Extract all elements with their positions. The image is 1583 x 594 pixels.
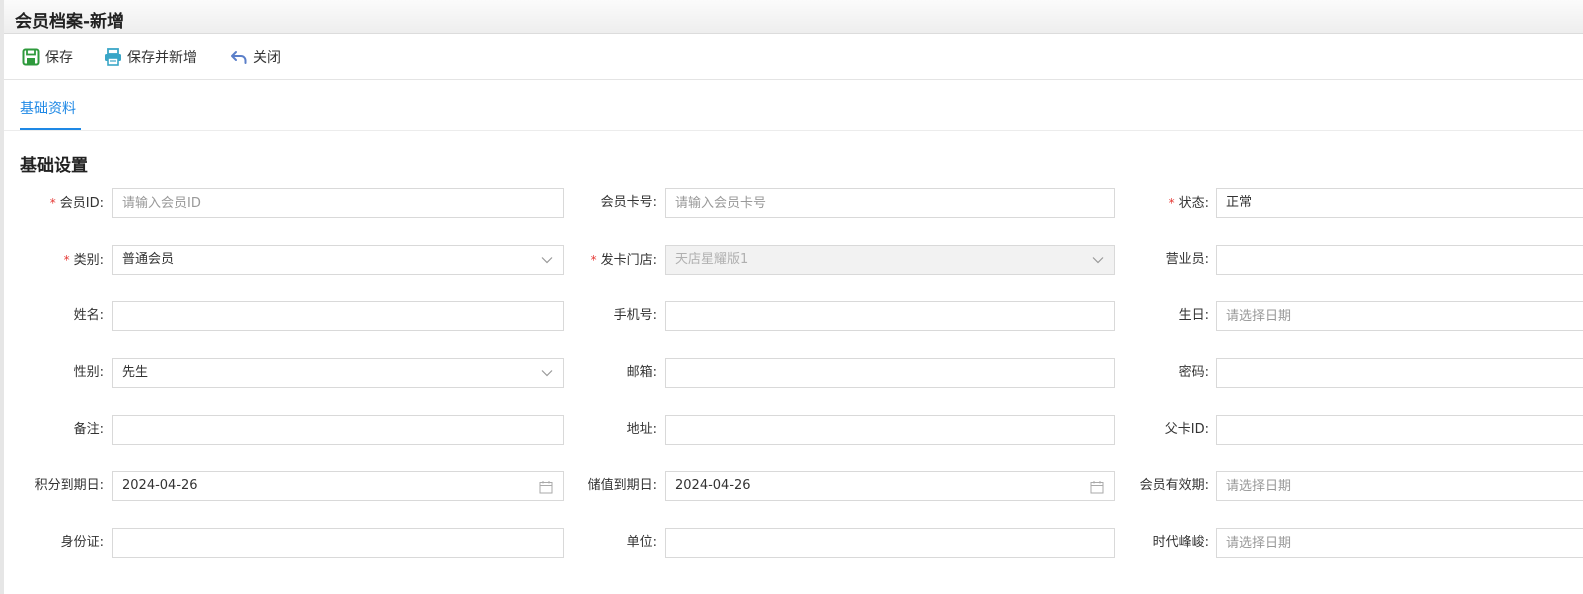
print-icon xyxy=(105,48,121,66)
parent-card-label: 父卡ID: xyxy=(1164,422,1209,437)
member-valid-label: 会员有效期: xyxy=(1139,478,1209,493)
remark-label: 备注: xyxy=(73,422,104,437)
salesperson-label: 营业员: xyxy=(1165,252,1209,267)
save-and-new-button[interactable]: 保存并新增 xyxy=(104,47,197,67)
status-value: 正常 xyxy=(1226,195,1253,210)
birthday-date-picker[interactable] xyxy=(1216,301,1583,331)
email-label: 邮箱: xyxy=(626,365,657,380)
points-expiry-label: 积分到期日: xyxy=(34,478,104,493)
points-expiry-value: 2024-04-26 xyxy=(122,478,198,493)
tab-bar: 基础资料 xyxy=(4,80,1583,131)
title-bar: 会员档案-新增 xyxy=(4,0,1583,34)
company-label: 单位: xyxy=(626,535,657,550)
id-card-label: 身份证: xyxy=(60,535,104,550)
gender-value: 先生 xyxy=(122,365,149,380)
password-input[interactable] xyxy=(1216,358,1583,388)
status-label: * 状态: xyxy=(1168,196,1209,211)
required-mark: * xyxy=(49,196,56,210)
required-mark: * xyxy=(1168,196,1175,210)
era-peak-label: 时代峰峻: xyxy=(1152,535,1209,550)
close-label: 关闭 xyxy=(253,50,281,66)
issue-store-label: * 发卡门店: xyxy=(590,253,657,268)
tab-basic-info[interactable]: 基础资料 xyxy=(20,98,81,130)
gender-label: 性别: xyxy=(73,365,104,380)
category-value: 普通会员 xyxy=(122,252,175,267)
member-valid-date-picker[interactable] xyxy=(1216,471,1583,501)
status-select[interactable]: 正常 xyxy=(1216,188,1583,218)
toolbar: 保存 保存并新增 关闭 xyxy=(4,34,1583,80)
category-label: * 类别: xyxy=(63,253,104,268)
required-mark: * xyxy=(590,253,597,267)
section-title: 基础设置 xyxy=(20,156,88,176)
close-button[interactable]: 关闭 xyxy=(230,47,281,67)
parent-card-input[interactable] xyxy=(1216,415,1583,445)
required-mark: * xyxy=(63,253,70,267)
member-id-label: * 会员ID: xyxy=(49,196,104,211)
stored-expiry-value: 2024-04-26 xyxy=(675,478,751,493)
card-no-label: 会员卡号: xyxy=(600,195,657,210)
save-icon xyxy=(22,48,40,66)
save-button[interactable]: 保存 xyxy=(22,47,73,67)
undo-arrow-icon xyxy=(231,51,247,64)
salesperson-input[interactable] xyxy=(1216,245,1583,275)
address-label: 地址: xyxy=(626,422,657,437)
password-label: 密码: xyxy=(1178,365,1209,380)
birthday-label: 生日: xyxy=(1178,308,1209,323)
era-peak-date-picker[interactable] xyxy=(1216,528,1583,558)
stored-expiry-label: 储值到期日: xyxy=(587,478,657,493)
mobile-label: 手机号: xyxy=(613,308,657,323)
save-label: 保存 xyxy=(45,50,73,66)
issue-store-value: 天店星耀版1 xyxy=(675,252,749,267)
save-and-new-label: 保存并新增 xyxy=(127,50,197,66)
name-label: 姓名: xyxy=(73,308,104,323)
window-title: 会员档案-新增 xyxy=(15,12,125,32)
